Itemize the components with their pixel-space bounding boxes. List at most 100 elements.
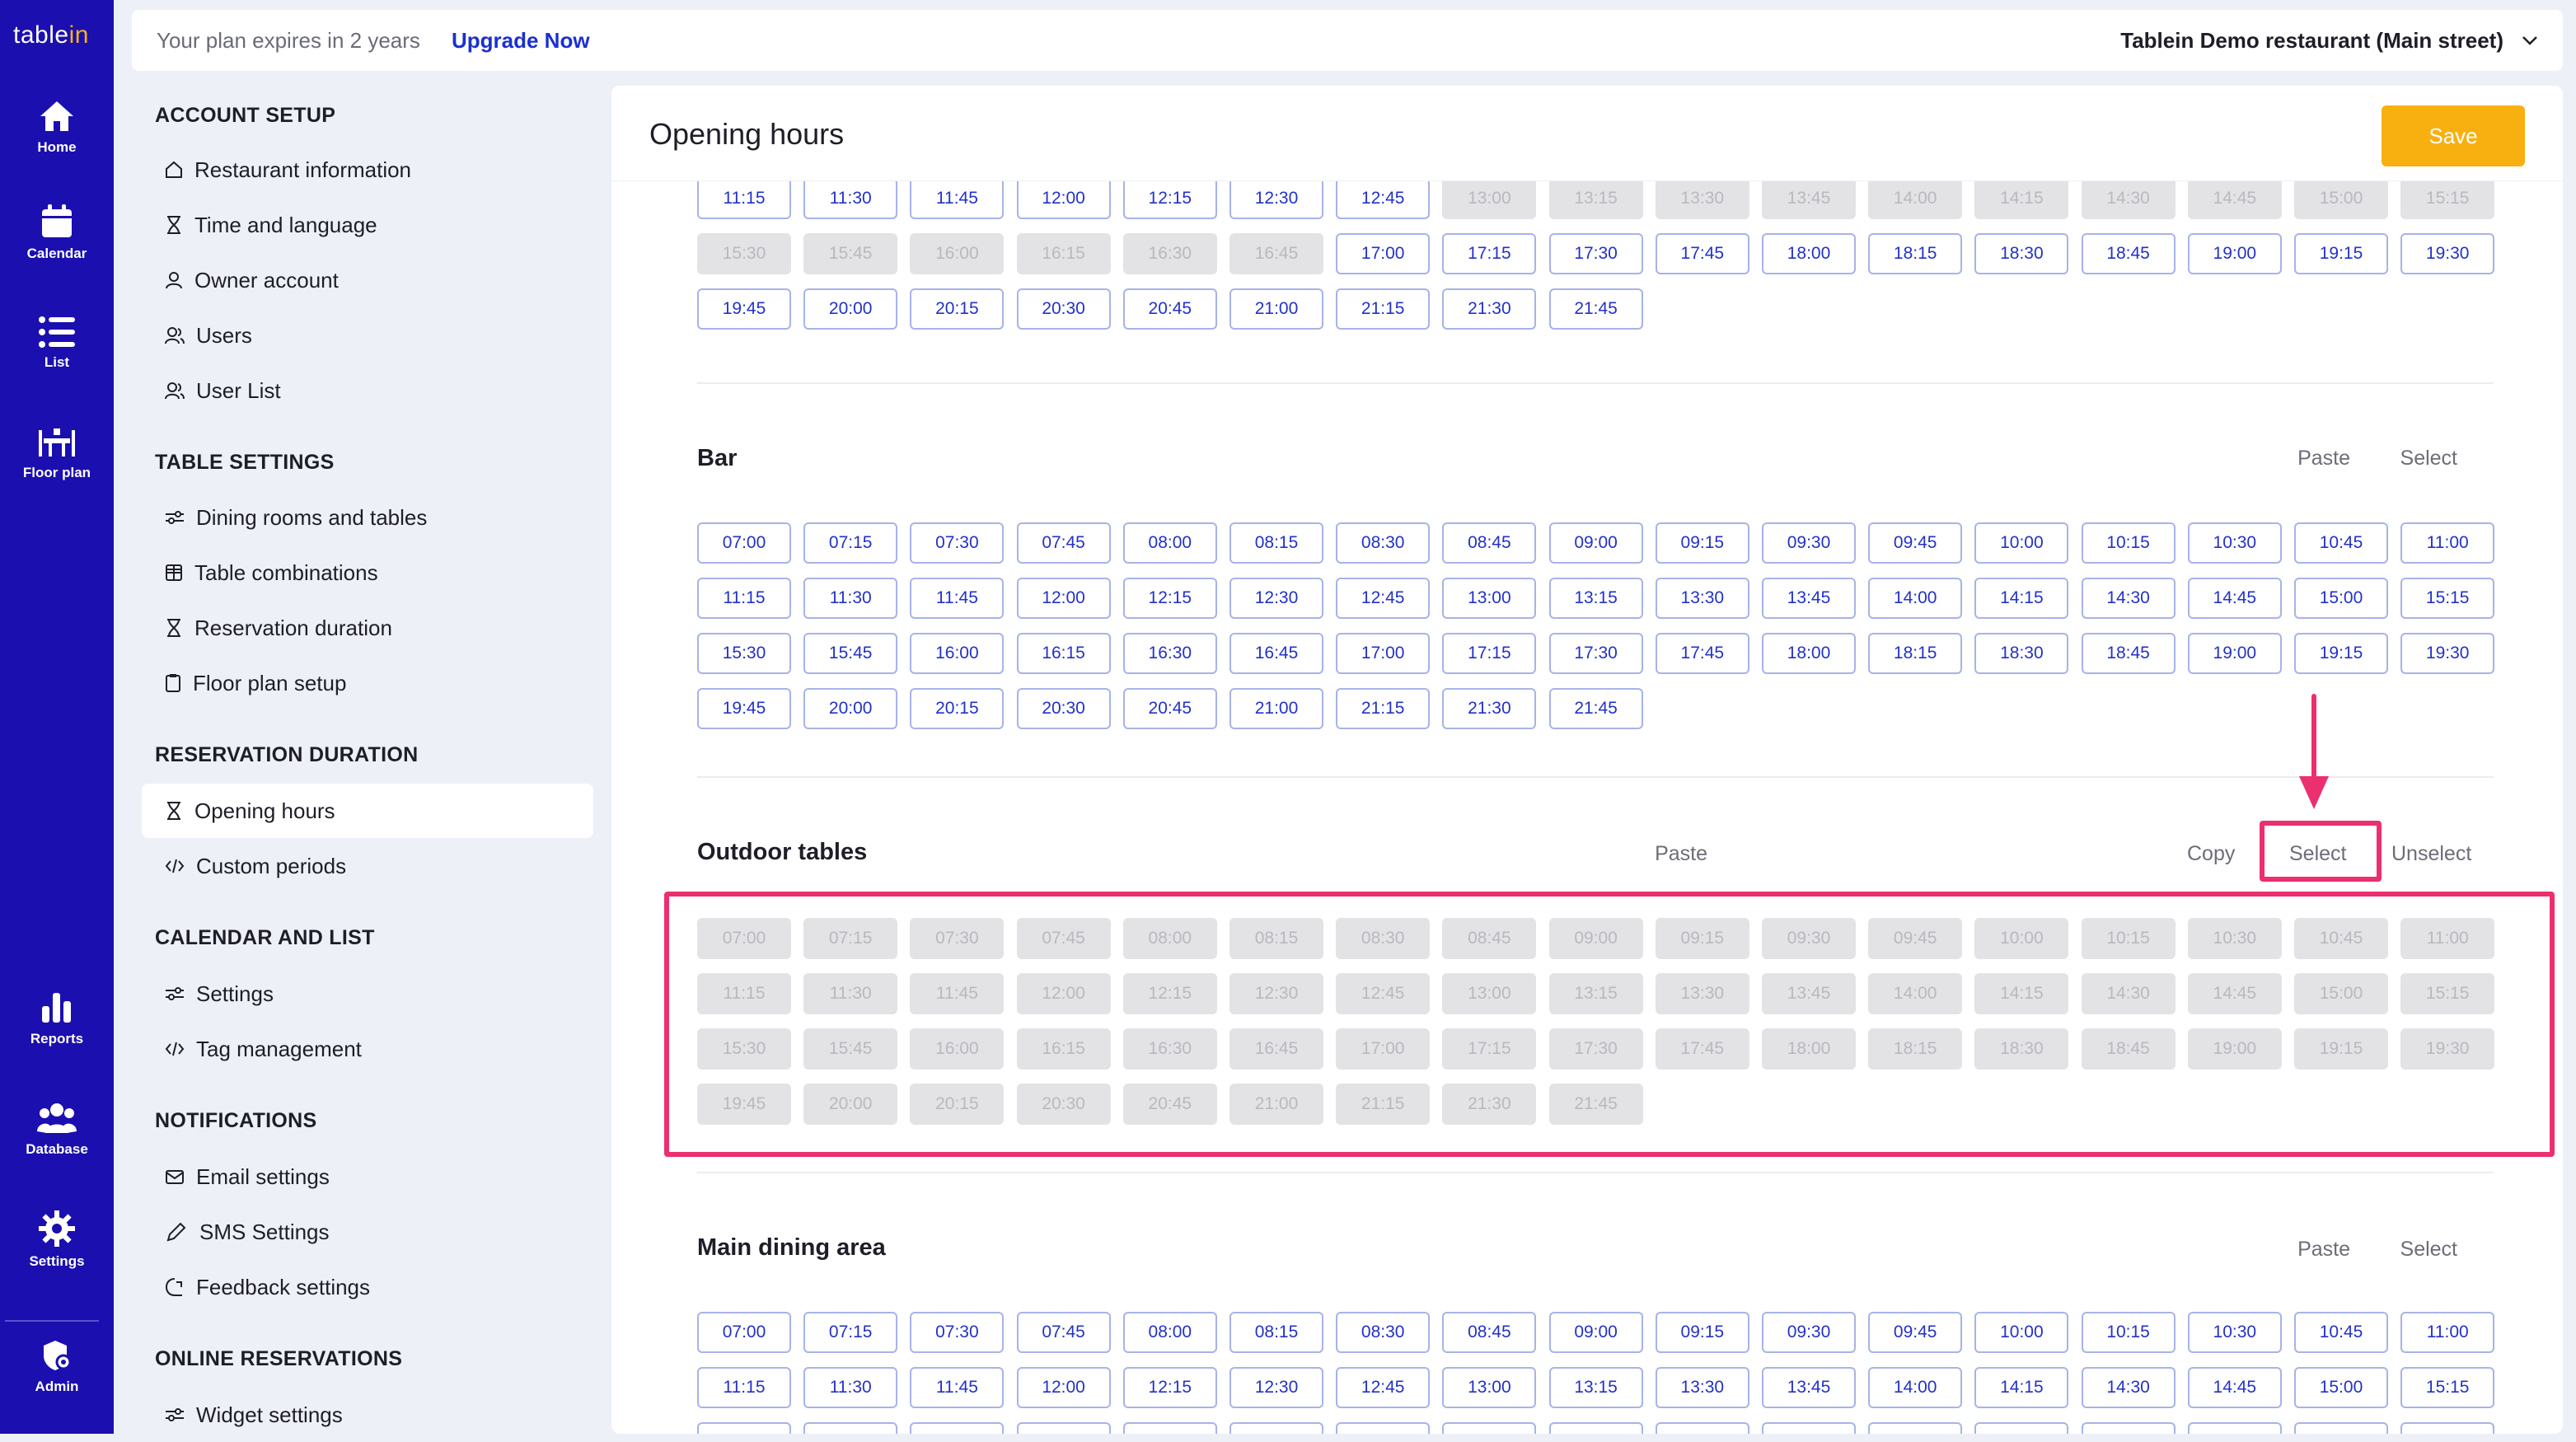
time-slot[interactable]: 16:00 [910,1422,1005,1434]
nav-item-email-settings[interactable]: Email settings [142,1149,593,1204]
bar-select-button[interactable]: Select [2400,447,2457,471]
time-slot[interactable]: 14:45 [2187,178,2282,219]
nav-item-custom-periods[interactable]: Custom periods [142,839,593,893]
time-slot[interactable]: 15:00 [2294,178,2388,219]
time-slot[interactable]: 20:30 [1016,688,1111,729]
time-slot[interactable]: 11:30 [803,578,898,619]
time-slot[interactable]: 21:45 [1548,688,1643,729]
time-slot[interactable]: 15:30 [697,633,791,674]
time-slot[interactable]: 17:00 [1336,233,1431,274]
time-slot[interactable]: 12:00 [1016,178,1111,219]
time-slot[interactable]: 17:15 [1442,1422,1537,1434]
time-slot[interactable]: 21:30 [1442,688,1537,729]
time-slot[interactable]: 19:15 [2294,633,2388,674]
time-slot[interactable]: 13:15 [1548,578,1643,619]
time-slot[interactable]: 07:00 [697,1312,791,1353]
nav-item-table-combinations[interactable]: Table combinations [142,545,593,600]
time-slot[interactable]: 13:30 [1655,578,1749,619]
time-slot[interactable]: 20:00 [803,288,898,330]
time-slot[interactable]: 16:30 [1122,633,1217,674]
time-slot[interactable]: 13:30 [1655,178,1749,219]
time-slot[interactable]: 15:15 [2400,178,2495,219]
time-slot[interactable]: 18:00 [1762,233,1856,274]
bar-paste-button[interactable]: Paste [2297,447,2350,471]
nav-item-feedback-settings[interactable]: Feedback settings [142,1260,593,1314]
time-slot[interactable]: 12:15 [1122,1367,1217,1408]
time-slot[interactable]: 19:30 [2400,233,2495,274]
rail-reports[interactable]: Reports [0,974,114,1065]
time-slot[interactable]: 11:45 [910,578,1005,619]
time-slot[interactable]: 12:15 [1122,178,1217,219]
time-slot[interactable]: 21:15 [1336,288,1431,330]
time-slot[interactable]: 14:30 [2081,1367,2176,1408]
time-slot[interactable]: 14:45 [2187,578,2282,619]
time-slot[interactable]: 17:00 [1336,633,1431,674]
nav-item-owner-account[interactable]: Owner account [142,253,593,307]
time-slot[interactable]: 19:00 [2187,1422,2282,1434]
time-slot[interactable]: 14:15 [1974,578,2069,619]
time-slot[interactable]: 09:30 [1762,522,1856,564]
time-slot[interactable]: 10:00 [1974,522,2069,564]
time-slot[interactable]: 11:15 [697,178,791,219]
time-slot[interactable]: 13:45 [1762,1367,1856,1408]
time-slot[interactable]: 08:00 [1122,1312,1217,1353]
time-slot[interactable]: 20:00 [803,688,898,729]
main-dining-select-button[interactable]: Select [2400,1238,2457,1262]
outdoor-paste-button[interactable]: Paste [1655,842,1707,866]
time-slot[interactable]: 15:45 [803,633,898,674]
time-slot[interactable]: 09:15 [1655,1312,1749,1353]
nav-item-floor-plan-setup[interactable]: Floor plan setup [142,656,593,710]
time-slot[interactable]: 10:30 [2187,522,2282,564]
time-slot[interactable]: 16:30 [1122,233,1217,274]
time-slot[interactable]: 11:45 [910,1367,1005,1408]
time-slot[interactable]: 20:15 [910,288,1005,330]
time-slot[interactable]: 12:30 [1229,1367,1323,1408]
time-slot[interactable]: 11:45 [910,178,1005,219]
time-slot[interactable]: 13:45 [1762,578,1856,619]
time-slot[interactable]: 14:00 [1868,578,1963,619]
time-slot[interactable]: 11:30 [803,178,898,219]
time-slot[interactable]: 20:45 [1122,288,1217,330]
time-slot[interactable]: 19:00 [2187,233,2282,274]
time-slot[interactable]: 20:45 [1122,688,1217,729]
nav-item-opening-hours[interactable]: Opening hours [142,784,593,838]
time-slot[interactable]: 12:00 [1016,1367,1111,1408]
time-slot[interactable]: 10:45 [2294,1312,2388,1353]
time-slot[interactable]: 14:30 [2081,178,2176,219]
main-dining-paste-button[interactable]: Paste [2297,1238,2350,1262]
time-slot[interactable]: 13:00 [1442,178,1537,219]
time-slot[interactable]: 13:30 [1655,1367,1749,1408]
time-slot[interactable]: 13:00 [1442,1367,1537,1408]
save-button[interactable]: Save [2382,105,2525,166]
time-slot[interactable]: 11:00 [2400,522,2495,564]
time-slot[interactable]: 10:30 [2187,1312,2282,1353]
time-slot[interactable]: 15:15 [2400,1367,2495,1408]
rail-home[interactable]: Home [0,82,114,173]
time-slot[interactable]: 17:15 [1442,233,1537,274]
time-slot[interactable]: 10:45 [2294,522,2388,564]
time-slot[interactable]: 16:15 [1016,633,1111,674]
time-slot[interactable]: 13:15 [1548,178,1643,219]
rail-settings[interactable]: Settings [0,1195,114,1285]
time-slot[interactable]: 08:15 [1229,522,1323,564]
time-slot[interactable]: 15:30 [697,233,791,274]
time-slot[interactable]: 13:45 [1762,178,1856,219]
time-slot[interactable]: 18:15 [1868,1422,1963,1434]
time-slot[interactable]: 21:15 [1336,688,1431,729]
time-slot[interactable]: 14:15 [1974,1367,2069,1408]
time-slot[interactable]: 07:00 [697,522,791,564]
time-slot[interactable]: 11:30 [803,1367,898,1408]
time-slot[interactable]: 08:30 [1336,1312,1431,1353]
time-slot[interactable]: 19:30 [2400,633,2495,674]
time-slot[interactable]: 19:30 [2400,1422,2495,1434]
outdoor-unselect-button[interactable]: Unselect [2391,842,2471,866]
time-slot[interactable]: 19:45 [697,288,791,330]
restaurant-switcher[interactable]: Tablein Demo restaurant (Main street) [2120,28,2538,54]
time-slot[interactable]: 12:00 [1016,578,1111,619]
time-slot[interactable]: 17:15 [1442,633,1537,674]
time-slot[interactable]: 15:45 [803,233,898,274]
time-slot[interactable]: 21:45 [1548,288,1643,330]
nav-item-time-and-language[interactable]: Time and language [142,198,593,252]
time-slot[interactable]: 16:30 [1122,1422,1217,1434]
time-slot[interactable]: 09:30 [1762,1312,1856,1353]
